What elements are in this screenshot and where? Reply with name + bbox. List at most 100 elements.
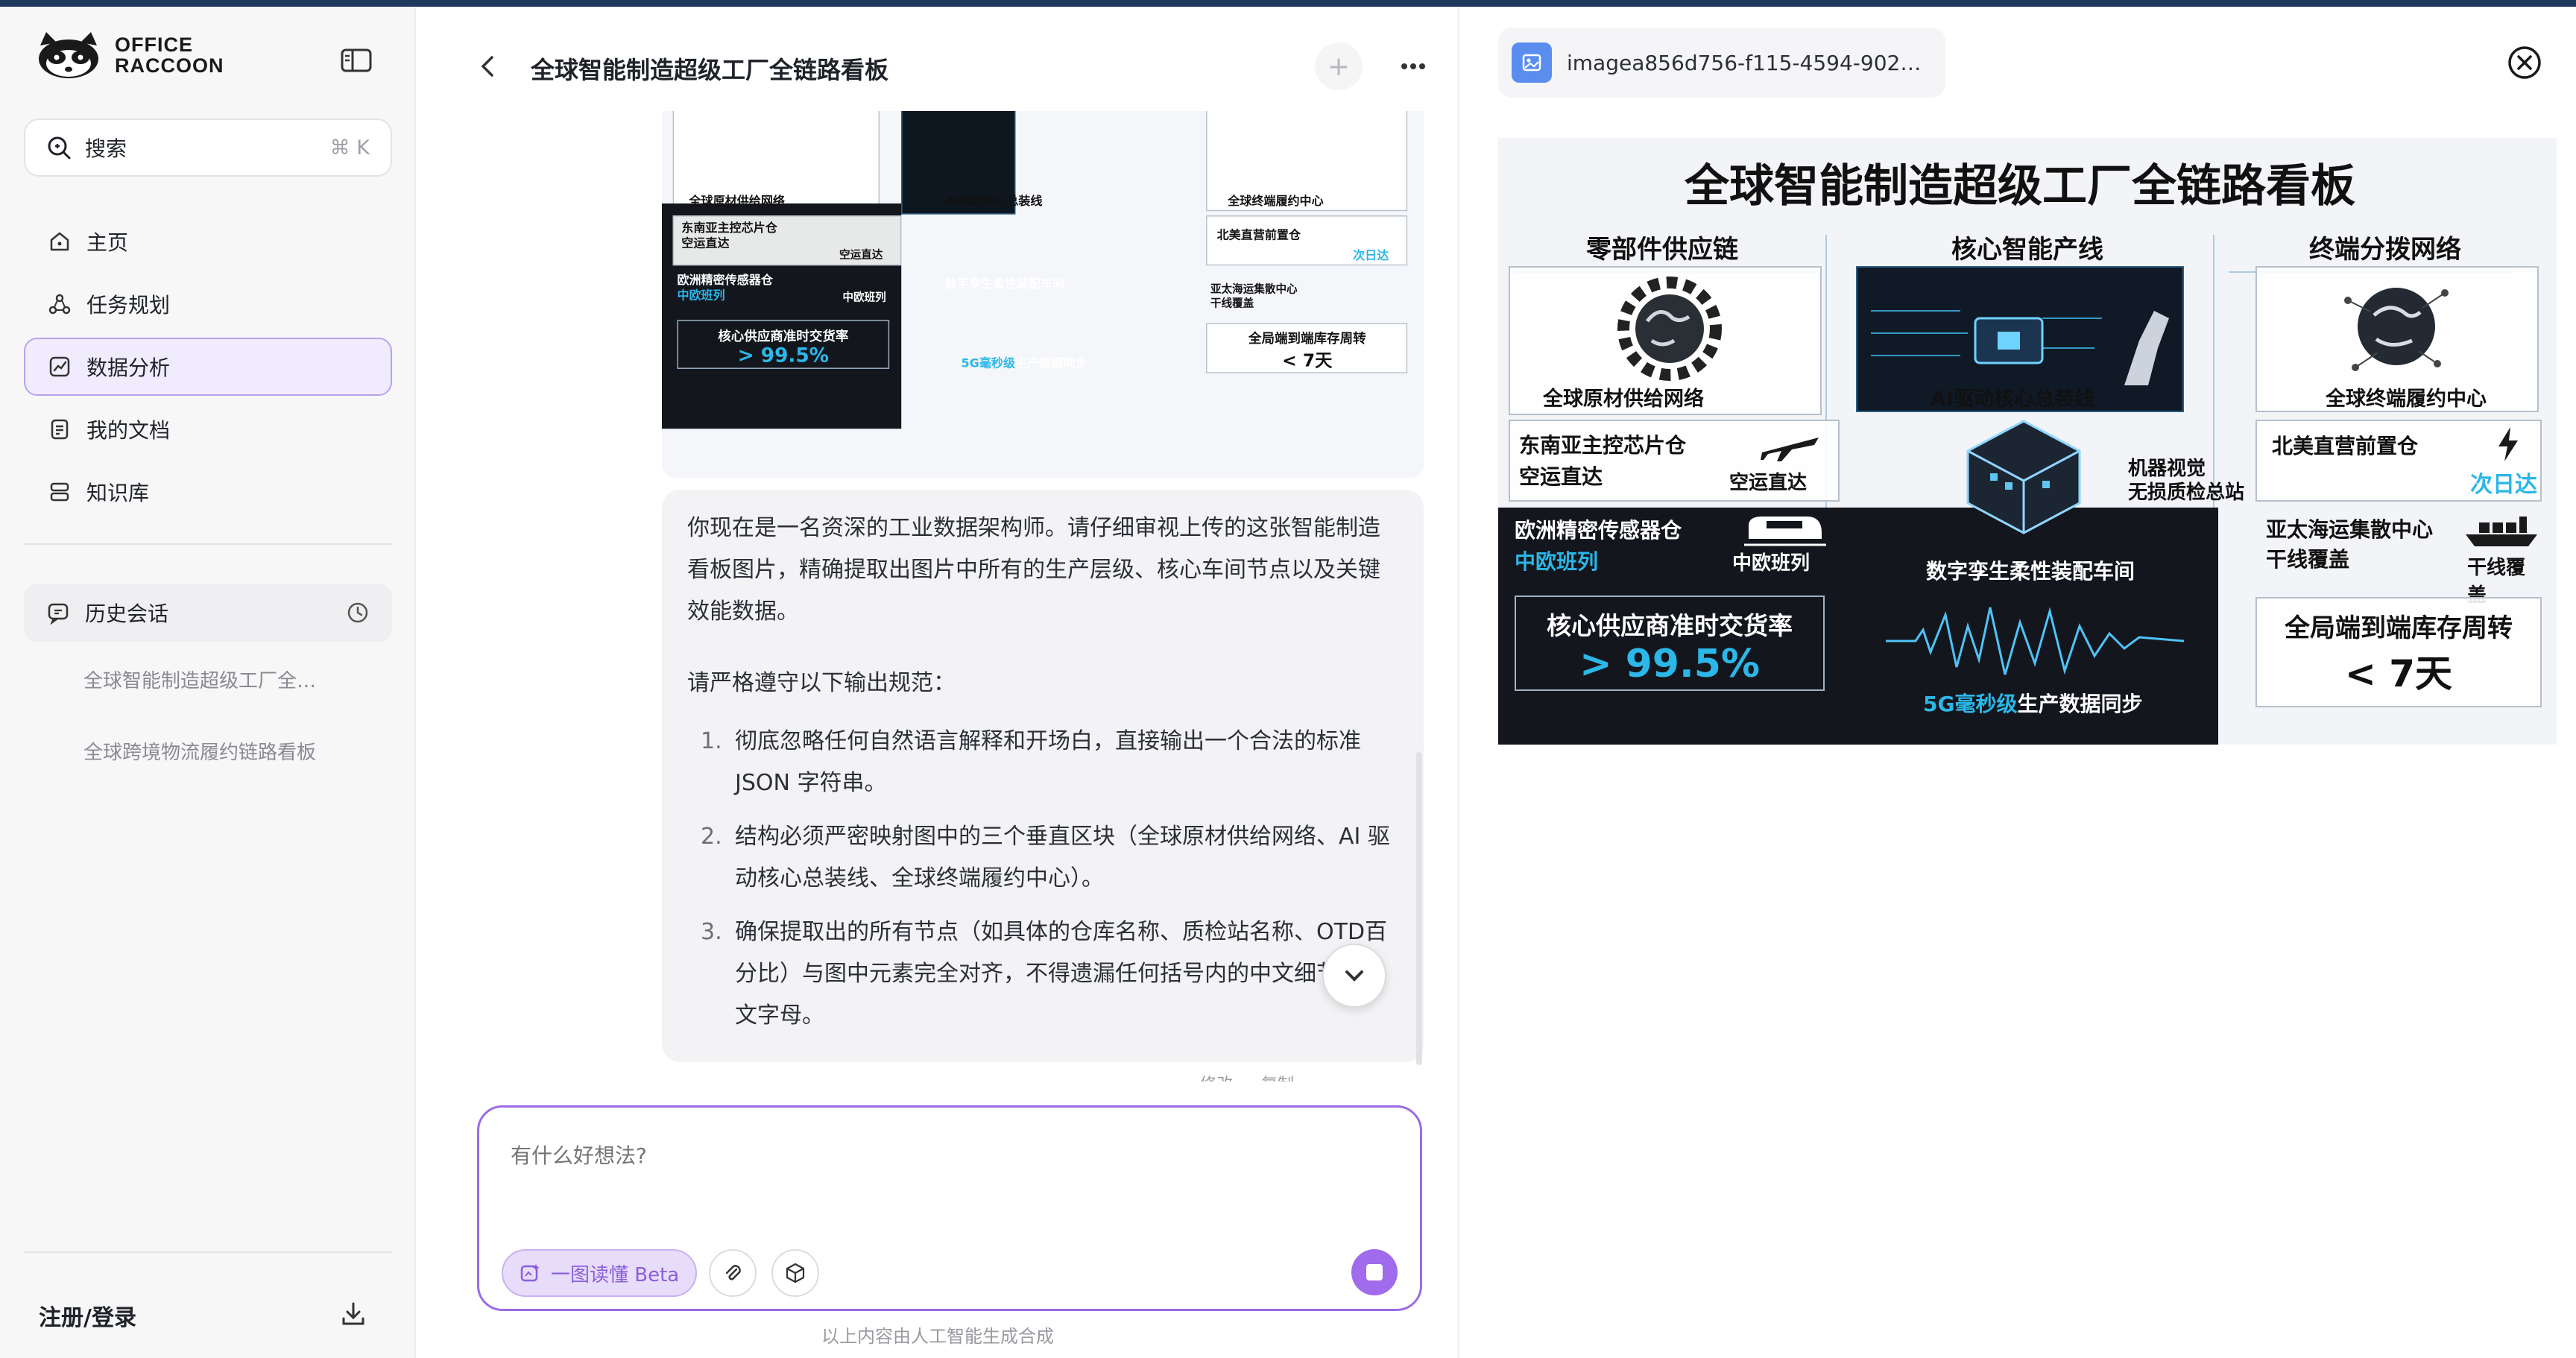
image-preview-panel: imagea856d756-f115-4594-9021-cd62f… 全球智能…: [1458, 7, 2576, 1358]
back-arrow-icon[interactable]: [477, 51, 498, 81]
new-chat-button[interactable]: +: [1315, 42, 1363, 90]
scroll-to-bottom-button[interactable]: [1322, 944, 1386, 1008]
tools-button[interactable]: [771, 1249, 819, 1297]
ig-sea-mode: 空运直达: [1729, 472, 1808, 494]
home-icon: [50, 232, 69, 251]
ig-sync-prefix: 5G毫秒级: [1923, 692, 2018, 716]
ig-eu-hub: 欧洲精密传感器仓 中欧班列: [1515, 515, 1682, 578]
edit-message-button[interactable]: 修改: [1200, 1071, 1233, 1081]
knowledge-base-icon: [50, 482, 69, 502]
more-options-icon[interactable]: [1389, 42, 1437, 90]
ig-apac-sub: 干线覆盖: [1210, 296, 1254, 310]
rule-number: 1.: [701, 728, 722, 754]
stop-generation-button[interactable]: [1351, 1249, 1398, 1295]
sidebar-collapse-icon[interactable]: [340, 47, 373, 74]
history-label: 历史会话: [85, 601, 169, 626]
ig-na-mode-thumb: 次日达: [1353, 249, 1389, 263]
close-icon[interactable]: [2506, 44, 2543, 81]
infographic-image[interactable]: 全球智能制造超级工厂全链路看板 零部件供应链 核心智能产线 终端分拨网络 全球原…: [1498, 138, 2557, 745]
ig-sync: 5G毫秒级生产数据同步: [1923, 688, 2142, 718]
rule-text: 彻底忽略任何自然语言解释和开场白，直接输出一个合法的标准 JSON 字符串。: [735, 728, 1361, 796]
download-icon[interactable]: [338, 1299, 368, 1329]
image-ai-icon: [520, 1264, 540, 1282]
chevron-down-icon: [1345, 970, 1363, 982]
window-top-bar: [0, 0, 2576, 7]
nav-item-task-plan[interactable]: 任务规划: [24, 275, 392, 333]
message-rules-heading: 请严格遵守以下输出规范：: [687, 670, 956, 696]
ig-mid-node: AI驱动核心总装线: [1931, 388, 2094, 411]
ig-eu-hub-sub: 中欧班列: [677, 288, 725, 303]
gear-globe-icon: [1617, 277, 1722, 381]
message-scrollbar[interactable]: [1416, 752, 1422, 1065]
attach-button[interactable]: [709, 1249, 757, 1297]
chat-header: 全球智能制造超级工厂全链路看板 +: [417, 7, 1458, 111]
nav-item-my-docs[interactable]: 我的文档: [24, 400, 392, 458]
message-composer: 一图读懂 Beta: [477, 1105, 1422, 1311]
ig-kpi-right-label: 全局端到端库存周转: [1248, 330, 1366, 347]
ig-apac-thumb: 亚太海运集散中心 干线覆盖: [1210, 282, 1298, 310]
history-section-header[interactable]: 历史会话: [24, 584, 392, 642]
rule-item: 2. 结构必须严密映射图中的三个垂直区块（全球原材供给网络、AI 驱动核心总装线、…: [687, 816, 1398, 900]
login-button[interactable]: 注册/登录: [39, 1299, 136, 1332]
ig-apac-sub: 干线覆盖: [2266, 547, 2350, 572]
nav-item-data-analysis[interactable]: 数据分析: [24, 338, 392, 396]
ig-kpi-right-label: 全局端到端库存周转: [2285, 613, 2513, 643]
ig-twin: 数字孪生柔性装配车间: [1926, 559, 2135, 584]
history-item[interactable]: 全球跨境物流履约链路看板: [83, 737, 329, 765]
message-list: 零部件供应链 核心智能产线 终端分拨网络 全球原材供给网络 AI驱动核心总装线 …: [417, 111, 1458, 1081]
ig-sync-suffix: 生产数据同步: [1015, 356, 1087, 371]
ig-right-node-thumb: 全球终端履约中心: [1228, 195, 1324, 209]
ig-right-node: 全球终端履约中心: [2326, 388, 2487, 411]
ig-kpi-left-value: > 99.5%: [1579, 642, 1761, 686]
ig-sync-prefix: 5G毫秒级: [961, 356, 1016, 371]
ig-col-right: 终端分拨网络: [2309, 235, 2461, 265]
uploaded-image-thumbnail[interactable]: 零部件供应链 核心智能产线 终端分拨网络 全球原材供给网络 AI驱动核心总装线 …: [662, 111, 1424, 478]
ig-eu-hub-sub: 中欧班列: [1515, 549, 1599, 574]
ig-sea-hub-line: 东南亚主控芯片仓: [681, 221, 777, 236]
nav-label: 知识库: [86, 481, 150, 505]
cube-icon: [786, 1263, 805, 1283]
file-name: imagea856d756-f115-4594-9021-cd62f…: [1567, 50, 1932, 75]
ig-sea-mode-thumb: 空运直达: [839, 247, 883, 262]
search-icon: [48, 136, 71, 160]
nav-item-knowledge-base[interactable]: 知识库: [24, 463, 392, 521]
app-logo[interactable]: OFFICE RACCOON: [33, 29, 224, 81]
ai-disclaimer: 以上内容由人工智能生成合成: [821, 1326, 1054, 1347]
ig-kpi-left: 核心供应商准时交货率 > 99.5%: [1515, 596, 1825, 691]
ig-vision-line: 机器视觉: [2128, 458, 2206, 480]
nav-label: 任务规划: [86, 293, 171, 318]
rule-text: 确保提取出的所有节点（如具体的仓库名称、质检站名称、OTD百分比）与图中元素完全…: [735, 919, 1388, 1029]
brand-line-2: RACCOON: [115, 54, 224, 77]
copy-message-button[interactable]: 复制: [1261, 1071, 1294, 1081]
paperclip-icon: [725, 1265, 741, 1280]
stop-icon: [1366, 1264, 1383, 1280]
ig-title: 全球智能制造超级工厂全链路看板: [1685, 160, 2355, 212]
search-box[interactable]: 搜索 ⌘ K: [24, 119, 392, 177]
nav-label: 主页: [86, 230, 129, 255]
ig-col-mid: 核心智能产线: [1951, 235, 2103, 265]
one-image-explain-chip[interactable]: 一图读懂 Beta: [502, 1249, 697, 1297]
task-plan-icon: [48, 294, 71, 315]
nav-label: 我的文档: [86, 418, 171, 443]
cargo-ship-icon: [2466, 517, 2537, 546]
ig-eu-hub-line: 欧洲精密传感器仓: [1515, 518, 1682, 543]
rule-item: 1. 彻底忽略任何自然语言解释和开场白，直接输出一个合法的标准 JSON 字符串。: [687, 721, 1398, 804]
clock-icon[interactable]: [346, 601, 370, 625]
file-tab[interactable]: imagea856d756-f115-4594-9021-cd62f…: [1498, 28, 1945, 98]
ig-mid-node-thumb: AI驱动核心总装线: [944, 195, 1043, 209]
chat-history-icon: [48, 603, 69, 625]
ig-apac-hub: 亚太海运集散中心 干线覆盖: [2266, 515, 2433, 575]
main-nav: 主页 任务规划 数据分析 我的文档 知识库: [24, 212, 392, 525]
nav-item-home[interactable]: 主页: [24, 212, 392, 271]
ig-col-left: 零部件供应链: [1586, 235, 1738, 265]
ig-apac-line: 亚太海运集散中心: [2266, 517, 2434, 542]
airplane-icon: [1761, 438, 1819, 461]
ig-vision-sub: 无损质检总站: [2128, 481, 2245, 504]
message-input[interactable]: [511, 1143, 1330, 1168]
ig-kpi-left-label: 核心供应商准时交货率: [718, 328, 849, 344]
history-item[interactable]: 全球智能制造超级工厂全链路看板: [83, 666, 329, 693]
ig-kpi-left-value: > 99.5%: [737, 344, 829, 367]
ig-sea-hub-line: 东南亚主控芯片仓: [1519, 433, 1687, 458]
message-actions: 修改 复制: [1200, 1071, 1294, 1081]
ig-eu-mode-thumb: 中欧班列: [842, 290, 886, 304]
